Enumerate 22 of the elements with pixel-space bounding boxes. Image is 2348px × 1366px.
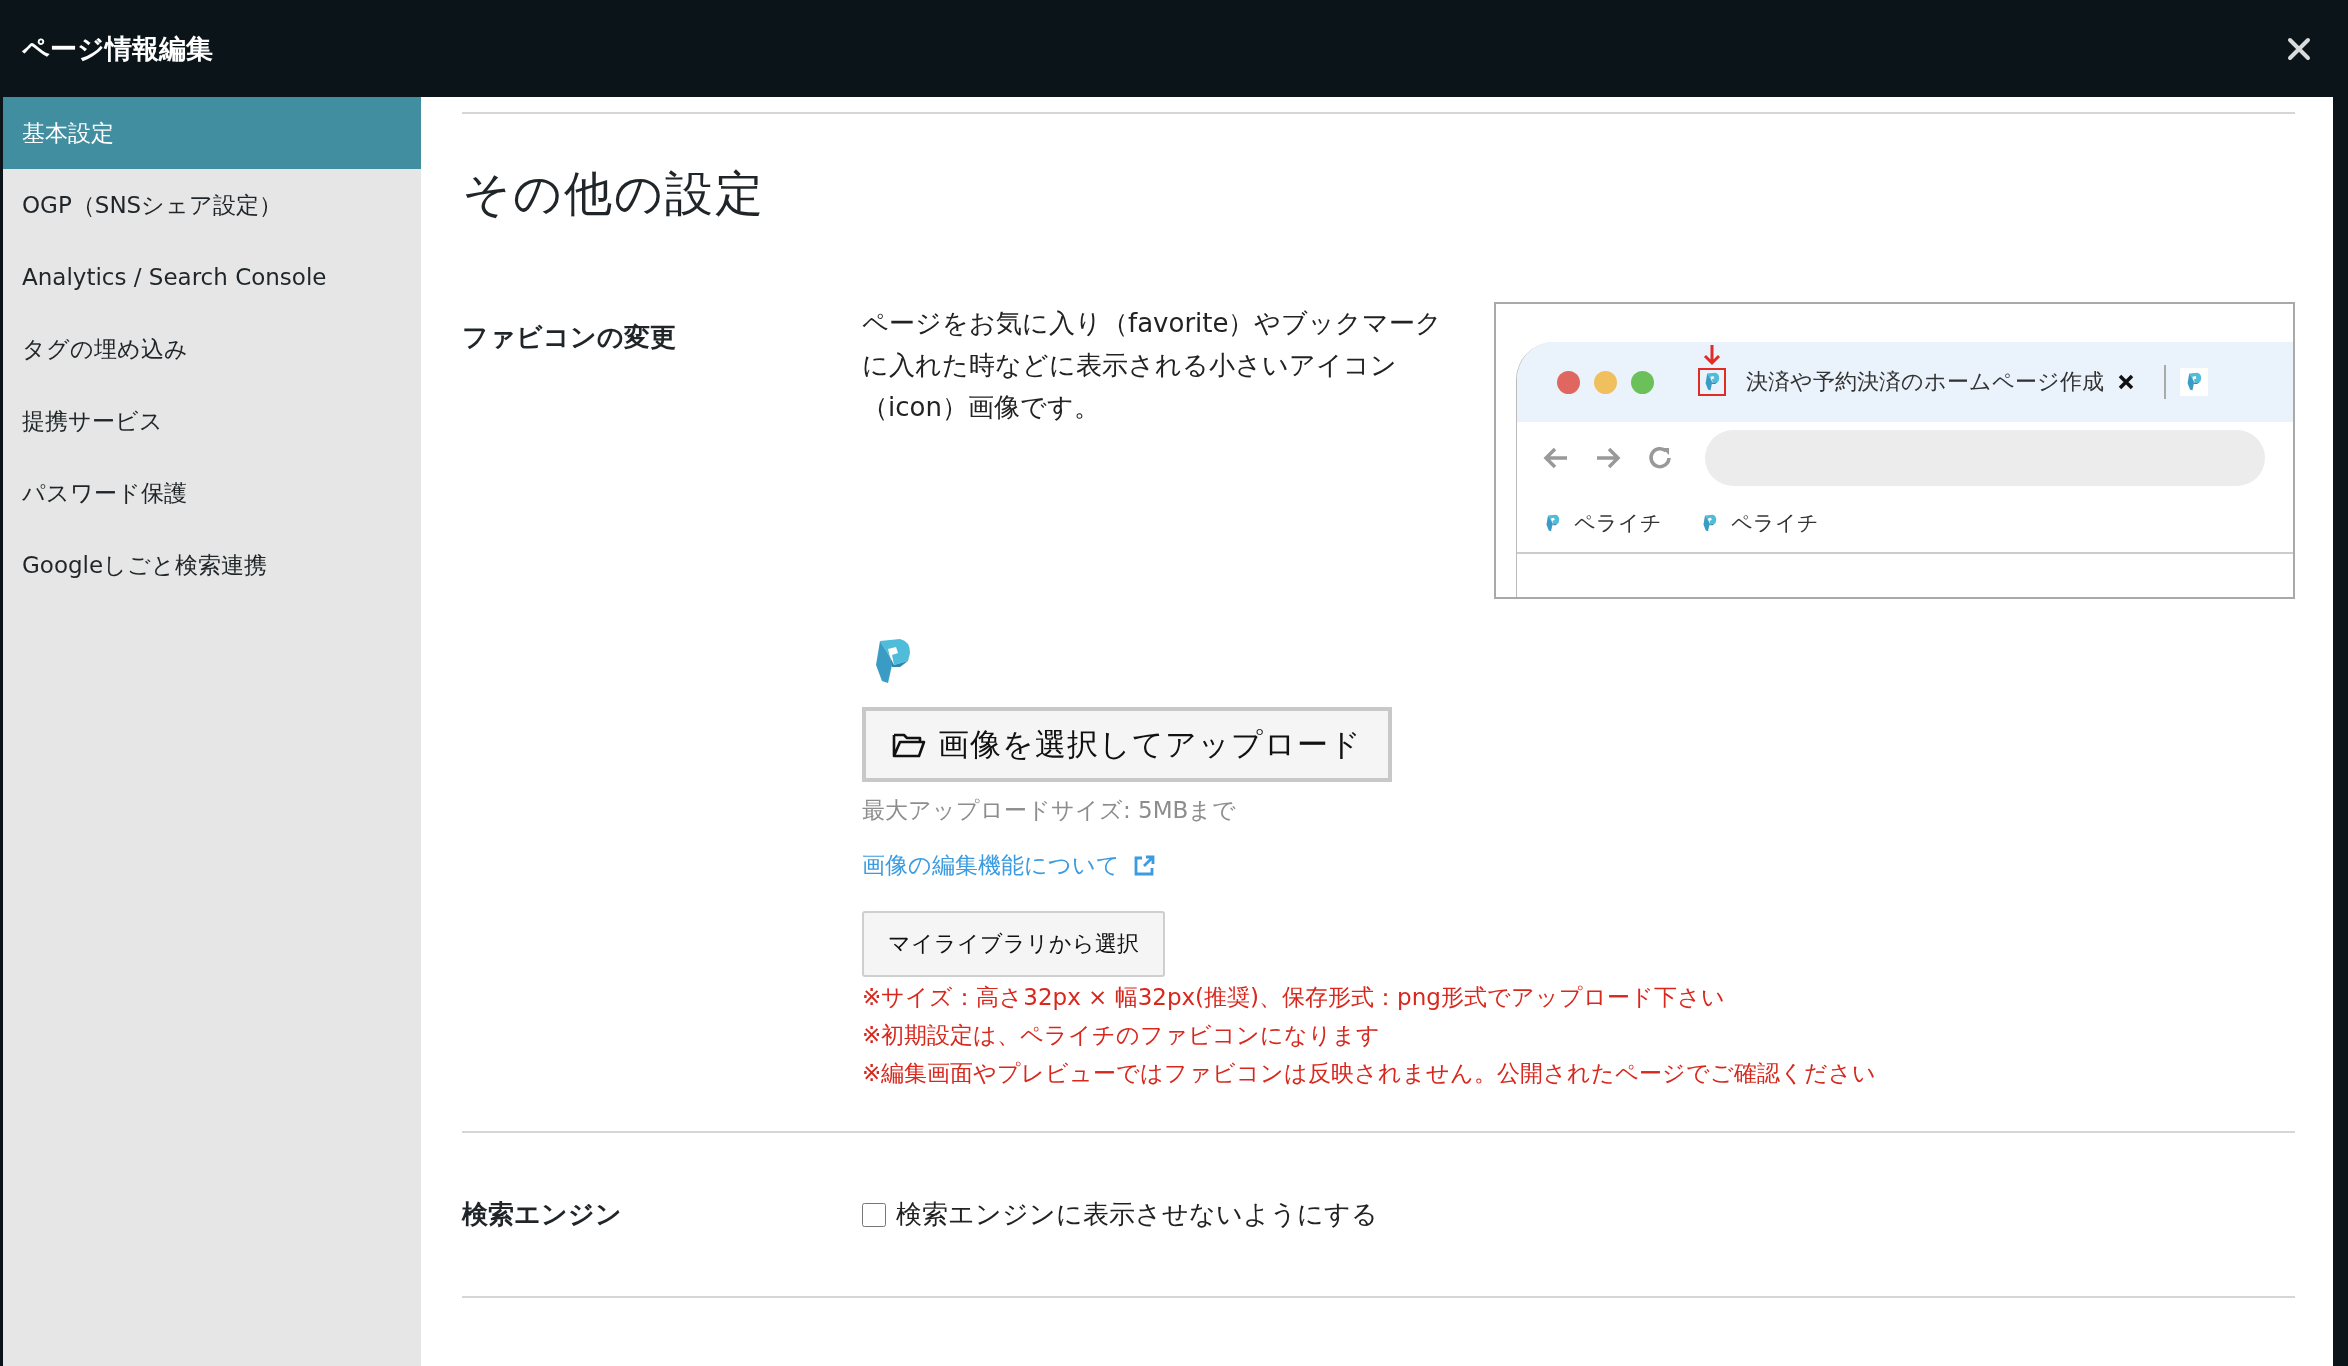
sidebar-item[interactable]: タグの埋め込み [3, 313, 421, 385]
section-title: その他の設定 [462, 164, 766, 223]
warning-note: ※編集画面やプレビューではファビコンは反映されません。公開されたページでご確認ください [862, 1059, 1878, 1088]
size-note: 最大アップロードサイズ: 5MBまで [862, 796, 1238, 825]
bookmark-label: ペライチ [1731, 510, 1819, 537]
sidebar-item[interactable]: OGP（SNSシェア設定） [3, 169, 421, 241]
window-title: ページ情報編集 [22, 31, 213, 66]
browser-tab-title: 決済や予約決済のホームページ作成 [1746, 368, 2104, 396]
sidebar-item[interactable]: 基本設定 [3, 97, 421, 169]
sidebar-item[interactable]: パスワード保護 [3, 457, 421, 529]
setting-label: 検索エンジン [462, 1198, 623, 1231]
checkbox-label: 検索エンジンに表示させないようにする [896, 1198, 1378, 1231]
description-text: ページをお気に入り（favorite）やブックマークに入れた時などに表示される小さいアイコン（icon）画像です。 [862, 307, 1444, 424]
setting-label: ファビコンの変更 [462, 321, 677, 354]
sidebar-item[interactable]: 提携サービス [3, 385, 421, 457]
library-select-button[interactable]: マイライブラリから選択 [862, 911, 1165, 977]
bookmark-label: ペライチ [1574, 510, 1662, 537]
upload-button[interactable]: 画像を選択してアップロード [862, 707, 1392, 782]
sidebar-item[interactable]: Googleしごと検索連携 [3, 529, 421, 601]
sidebar-item[interactable]: Analytics / Search Console [3, 241, 421, 313]
warning-note: ※サイズ：高さ32px × 幅32px(推奨)、保存形式：png形式でアップロード下さい [862, 983, 1726, 1012]
warning-note: ※初期設定は、ペライチのファビコンになります [862, 1021, 1382, 1050]
